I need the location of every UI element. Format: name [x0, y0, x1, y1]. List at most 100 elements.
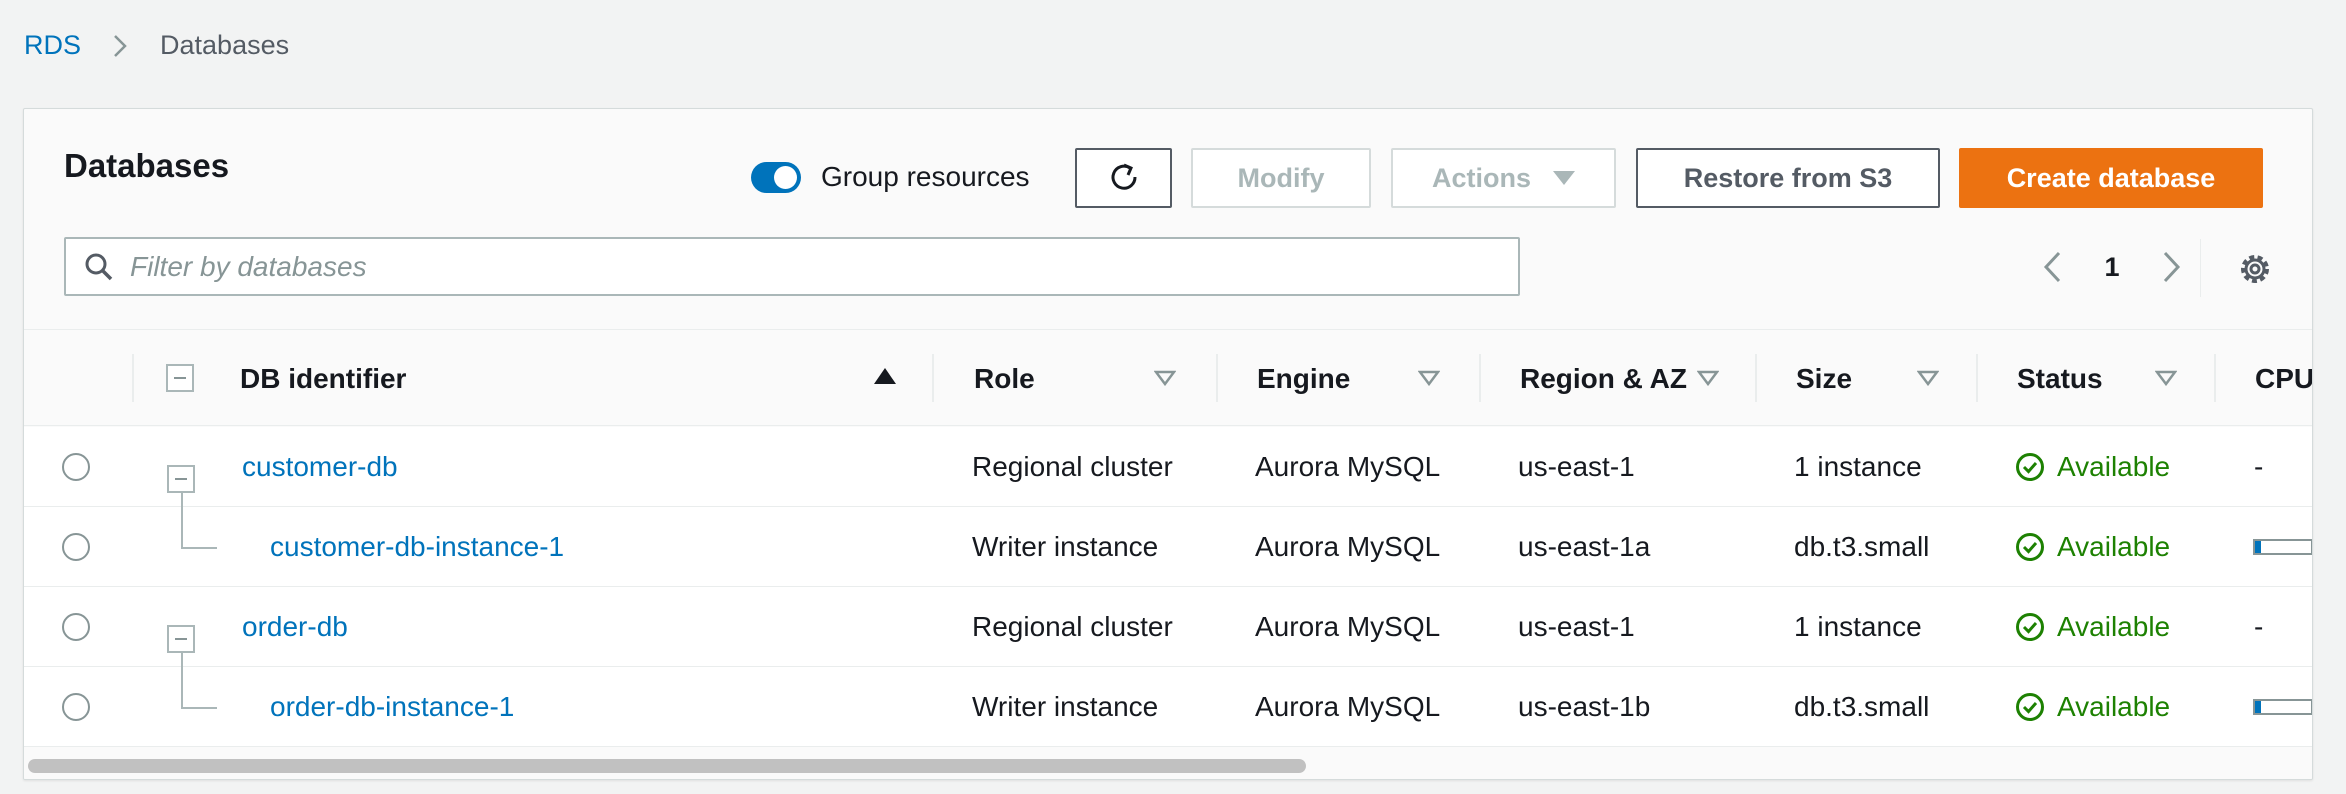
check-circle-icon	[2016, 693, 2044, 721]
region-cell: us-east-1	[1518, 451, 1635, 482]
status-cell: Available	[2015, 667, 2170, 747]
status-text: Available	[2057, 451, 2171, 482]
row-select-radio[interactable]	[62, 453, 90, 481]
db-identifier-link[interactable]: customer-db	[242, 427, 398, 507]
chevron-left-icon	[2043, 251, 2061, 283]
role-cell: Writer instance	[972, 531, 1159, 562]
region-cell: us-east-1	[1518, 611, 1635, 642]
column-separator	[1479, 354, 1481, 402]
breadcrumb: RDS Databases	[24, 30, 289, 61]
engine-cell: Aurora MySQL	[1255, 531, 1441, 562]
column-header-size[interactable]: Size	[1796, 330, 1852, 427]
table-row[interactable]: customer-db-instance-1 Writer instance A…	[24, 493, 2312, 587]
chevron-right-icon	[2163, 251, 2181, 283]
engine-cell: Aurora MySQL	[1255, 451, 1441, 482]
column-header-cpu[interactable]: CPU	[2255, 330, 2312, 427]
status-text: Available	[2057, 611, 2171, 642]
current-page-number[interactable]: 1	[2072, 252, 2152, 283]
status-text: Available	[2057, 691, 2171, 722]
search-icon	[85, 253, 113, 280]
chevron-right-icon	[114, 34, 127, 57]
column-header-db-identifier[interactable]: DB identifier	[240, 330, 406, 427]
db-identifier-link[interactable]: order-db	[242, 587, 348, 667]
restore-from-s3-button[interactable]: Restore from S3	[1636, 148, 1940, 208]
column-header-region-az[interactable]: Region & AZ	[1520, 330, 1687, 427]
previous-page-button[interactable]	[2032, 247, 2072, 287]
table-row[interactable]: order-db-instance-1 Writer instance Auro…	[24, 653, 2312, 747]
tree-connector	[181, 707, 217, 709]
collapse-group-icon[interactable]	[167, 465, 195, 493]
sort-ascending-icon[interactable]	[874, 368, 896, 384]
column-separator	[932, 354, 934, 402]
search-input[interactable]	[130, 250, 1480, 283]
modify-button[interactable]: Modify	[1191, 148, 1371, 208]
sort-down-icon[interactable]	[1697, 370, 1719, 386]
table-settings-button[interactable]	[2235, 249, 2275, 289]
horizontal-scrollbar[interactable]	[24, 751, 2312, 779]
check-circle-icon	[2016, 453, 2044, 481]
group-resources-label: Group resources	[821, 161, 1030, 192]
actions-button[interactable]: Actions	[1391, 148, 1616, 208]
collapse-all-icon[interactable]	[166, 364, 194, 392]
column-separator	[1976, 354, 1978, 402]
create-database-button[interactable]: Create database	[1959, 148, 2263, 208]
status-cell: Available	[2015, 587, 2170, 667]
breadcrumb-rds-link[interactable]: RDS	[24, 30, 81, 61]
scrollbar-thumb[interactable]	[28, 759, 1306, 773]
group-resources-toggle[interactable]	[751, 161, 801, 193]
check-circle-icon	[2016, 613, 2044, 641]
databases-panel: Databases Group resources Modify Actions…	[23, 108, 2313, 780]
cpu-usage-fill	[2255, 701, 2261, 713]
cpu-usage-fill	[2255, 541, 2261, 553]
page-title: Databases	[64, 147, 230, 184]
status-cell: Available	[2015, 427, 2170, 507]
collapse-group-icon[interactable]	[167, 625, 195, 653]
breadcrumb-current: Databases	[160, 30, 290, 60]
divider	[2200, 239, 2201, 297]
region-cell: us-east-1a	[1518, 531, 1651, 562]
cpu-usage-bar	[2253, 539, 2312, 555]
column-separator	[1216, 354, 1218, 402]
size-cell: db.t3.small	[1794, 691, 1930, 722]
cpu-cell: -	[2254, 451, 2264, 482]
search-box	[64, 237, 1520, 296]
tree-connector	[181, 653, 183, 708]
db-identifier-link[interactable]: customer-db-instance-1	[270, 507, 564, 587]
column-header-engine[interactable]: Engine	[1257, 330, 1350, 427]
check-circle-icon	[2016, 533, 2044, 561]
row-select-radio[interactable]	[62, 533, 90, 561]
status-cell: Available	[2015, 507, 2170, 587]
size-cell: db.t3.small	[1794, 531, 1930, 562]
column-header-role[interactable]: Role	[974, 330, 1035, 427]
next-page-button[interactable]	[2152, 247, 2192, 287]
table-header: DB identifier Role Engine Region & AZ Si…	[24, 329, 2312, 427]
pagination: 1	[2032, 247, 2192, 287]
sort-down-icon[interactable]	[2155, 370, 2177, 386]
size-cell: 1 instance	[1794, 451, 1922, 482]
db-identifier-link[interactable]: order-db-instance-1	[270, 667, 514, 747]
role-cell: Regional cluster	[972, 611, 1173, 642]
column-header-status[interactable]: Status	[2017, 330, 2103, 427]
cpu-cell: -	[2254, 611, 2264, 642]
column-separator	[2214, 354, 2216, 402]
actions-label: Actions	[1431, 162, 1531, 193]
caret-down-icon	[1553, 171, 1575, 185]
table-row[interactable]: order-db Regional cluster Aurora MySQL u…	[24, 587, 2312, 667]
row-select-radio[interactable]	[62, 693, 90, 721]
table-row[interactable]: customer-db Regional cluster Aurora MySQ…	[24, 427, 2312, 507]
sort-down-icon[interactable]	[1418, 370, 1440, 386]
engine-cell: Aurora MySQL	[1255, 611, 1441, 642]
sort-down-icon[interactable]	[1154, 370, 1176, 386]
gear-icon	[2241, 255, 2269, 283]
status-text: Available	[2057, 531, 2171, 562]
size-cell: 1 instance	[1794, 611, 1922, 642]
refresh-icon	[1111, 163, 1137, 190]
tree-connector	[181, 547, 217, 549]
row-select-radio[interactable]	[62, 613, 90, 641]
group-resources-toggle-wrap: Group resources	[751, 161, 1030, 193]
refresh-button[interactable]	[1075, 148, 1172, 208]
column-separator	[1755, 354, 1757, 402]
sort-down-icon[interactable]	[1917, 370, 1939, 386]
cpu-usage-bar	[2253, 699, 2312, 715]
role-cell: Regional cluster	[972, 451, 1173, 482]
